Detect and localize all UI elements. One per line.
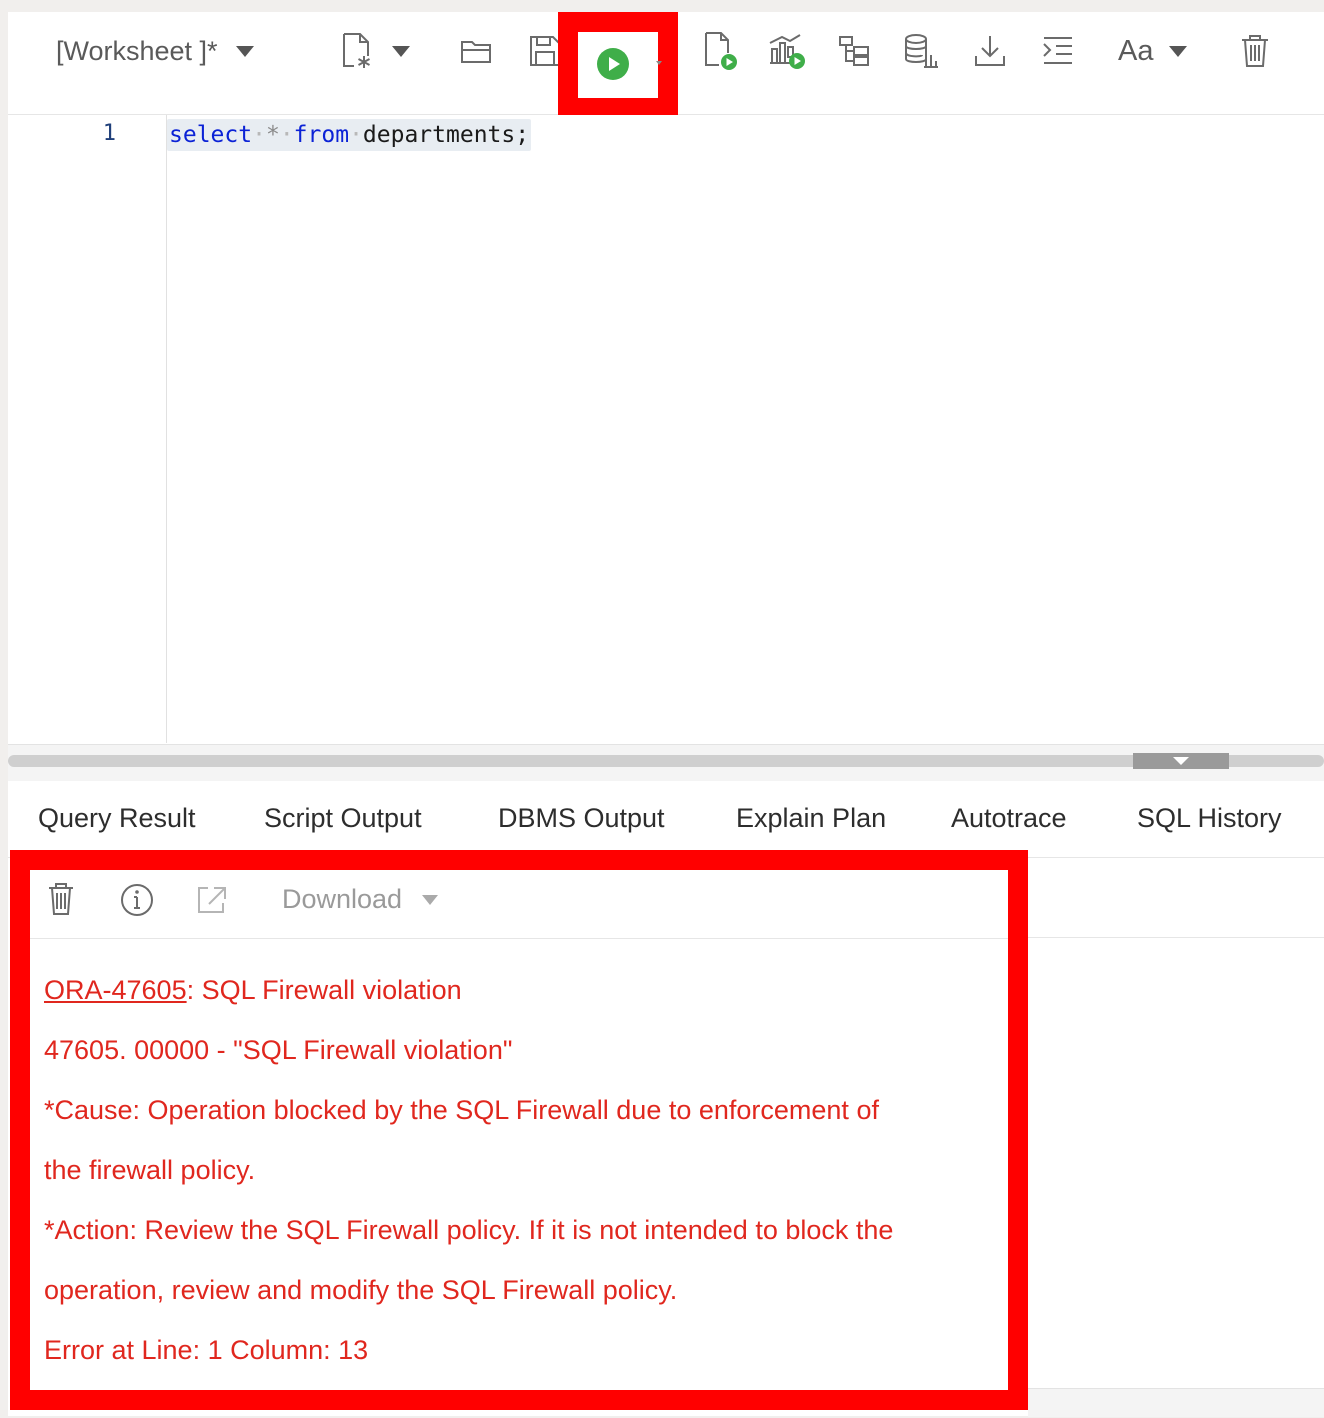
info-icon [121,884,153,916]
font-case-button[interactable]: Aa [1118,31,1188,71]
explain-plan-button[interactable] [838,31,870,71]
error-cause-cont: the firewall policy. [44,1155,256,1185]
save-button[interactable] [529,31,561,71]
operator-star: * [265,122,280,148]
divider [1028,937,1324,938]
font-case-icon: Aa [1118,34,1154,67]
error-cause: *Cause: Operation blocked by the SQL Fir… [44,1095,879,1125]
error-action-cont: operation, review and modify the SQL Fir… [44,1275,678,1305]
download-button[interactable] [974,31,1006,71]
line-number: 1 [102,121,116,146]
code-line[interactable]: select·*·from·departments; [167,119,532,151]
error-title: ORA-47605: SQL Firewall violation [44,975,462,1005]
format-indent-icon [1043,37,1072,64]
chevron-down-icon [1169,45,1188,57]
tab-script-output[interactable]: Script Output [264,803,422,834]
autotrace-button[interactable] [768,31,808,71]
output-tabs: Query Result Script Output DBMS Output E… [8,781,1324,858]
horizontal-scrollbar[interactable] [8,755,1324,767]
format-button[interactable] [1042,31,1074,71]
info-button[interactable] [120,883,154,922]
chevron-down-icon [392,45,410,57]
worksheet-name: [Worksheet ]* [56,35,218,66]
chevron-down-icon [235,45,254,57]
error-line-2: 47605. 00000 - "SQL Firewall violation" [44,1035,513,1065]
sql-editor[interactable]: select·*·from·departments; [167,115,1324,743]
clear-output-button[interactable] [48,882,74,921]
run-icon [597,48,629,80]
tab-sql-history[interactable]: SQL History [1137,803,1282,834]
tab-explain-plan[interactable]: Explain Plan [736,803,886,834]
open-folder-icon [461,41,491,63]
error-code-link[interactable]: ORA-47605 [44,975,187,1005]
database-chart-icon [905,34,938,68]
new-worksheet-icon [343,33,370,68]
trash-icon [49,883,73,915]
output-toolbar: Download [30,870,1008,939]
clear-button[interactable] [1241,31,1269,71]
run-statement-button[interactable] [596,44,630,84]
open-file-button[interactable] [460,31,494,71]
download-icon [975,36,1005,66]
tab-dbms-output[interactable]: DBMS Output [498,803,665,834]
sql-tuning-button[interactable] [904,31,940,71]
explain-plan-icon [839,36,869,66]
run-script-button[interactable] [703,31,739,71]
table-name: departments; [362,122,530,148]
error-position: Error at Line: 1 Column: 13 [44,1335,369,1365]
run-script-icon [705,32,737,70]
save-icon [530,36,560,66]
external-link-icon [198,887,226,913]
collapse-panel-handle[interactable] [1133,753,1229,769]
worksheet-selector[interactable]: [Worksheet ]* [56,31,254,71]
new-worksheet-button[interactable] [340,31,410,71]
keyword-from: from [293,122,350,148]
download-output-button[interactable]: Download [282,884,439,915]
tab-autotrace[interactable]: Autotrace [951,803,1067,834]
error-output-highlight: Download ORA-47605: SQL Firewall violati… [10,850,1028,1410]
editor-gutter: 1 [8,115,167,743]
chevron-down-icon [422,894,439,905]
download-label: Download [282,884,403,914]
tab-query-result[interactable]: Query Result [38,803,196,834]
keyword-select: select [169,122,253,148]
open-in-new-window-button[interactable] [196,885,228,920]
bottom-strip [1028,1388,1324,1417]
autotrace-icon [769,34,805,69]
trash-icon [1242,35,1268,67]
error-message: ORA-47605: SQL Firewall violation 47605.… [44,970,1004,1390]
error-action: *Action: Review the SQL Firewall policy.… [44,1215,894,1245]
run-options-caret-icon[interactable] [656,61,662,65]
